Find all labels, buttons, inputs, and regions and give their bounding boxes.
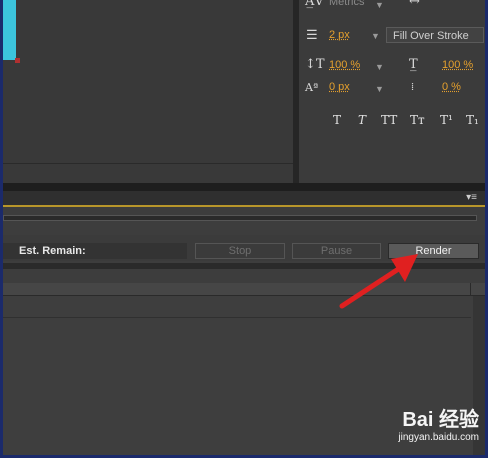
app-window: A̲V Metrics ▼ ↔ ☰ 2 px ▼ Fill Over Strok… bbox=[3, 0, 485, 455]
annotation-arrow bbox=[339, 254, 418, 309]
baidu-watermark: Bai 经验 jingyan.baidu.com bbox=[398, 403, 479, 443]
watermark-brand: Bai 经验 bbox=[402, 409, 479, 431]
watermark-url: jingyan.baidu.com bbox=[398, 432, 479, 443]
